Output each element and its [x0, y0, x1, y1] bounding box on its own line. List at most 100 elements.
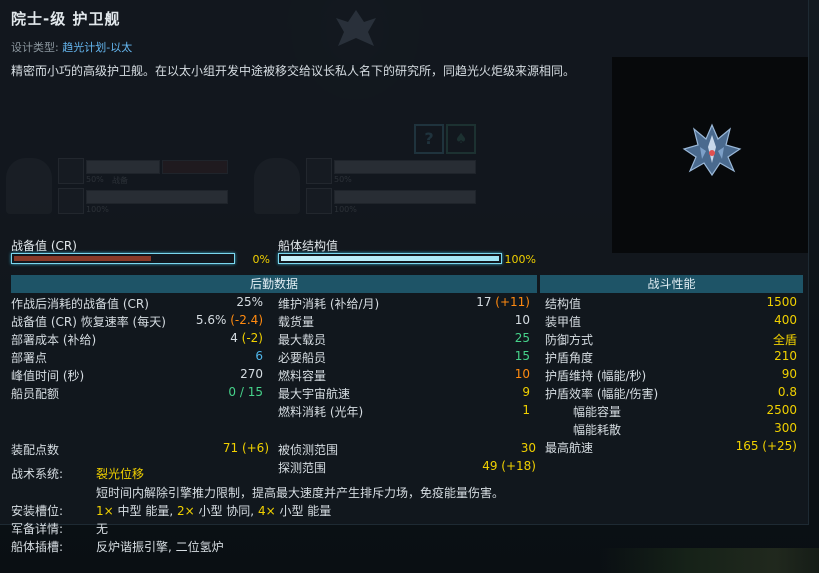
col2-label-4: 必要船员	[278, 351, 327, 365]
mounts-label: 安装槽位:	[11, 504, 64, 518]
col1-label-6: 船员配额	[11, 387, 60, 401]
col1-value-extra-3: (-2)	[237, 331, 263, 345]
ship-sprite-icon	[682, 123, 742, 177]
hull-value: 100%	[504, 253, 536, 266]
col3-value-9: 165 (+25)	[736, 439, 797, 453]
col3-value-main-5: 90	[781, 367, 797, 381]
ghost-bar-5	[334, 190, 476, 204]
col3-label-9: 最高航速	[545, 441, 594, 455]
col3-label-6: 护盾效率 (幅能/伤害)	[545, 387, 659, 401]
col1-label-2: 战备值 (CR) 恢复速率 (每天)	[11, 315, 166, 329]
col1-row-6: 船员配额 0 / 15	[11, 385, 263, 402]
col3-label-1: 结构值	[545, 297, 582, 311]
col2-value-7: 1	[522, 403, 530, 417]
col1-value-main-4: 6	[255, 349, 263, 363]
col1-value-4: 6	[255, 349, 263, 363]
col3-label-5: 护盾维持 (幅能/秒)	[545, 369, 647, 383]
col3-label-7: 幅能容量	[573, 405, 622, 419]
mount-text-2: 小型 协同,	[194, 504, 258, 518]
mount-count-3: 4×	[257, 504, 276, 518]
col1-value-1: 25%	[236, 295, 263, 309]
col1-row-4: 部署点 6	[11, 349, 263, 366]
combat-header: 战斗性能	[540, 275, 803, 293]
ghost-star-icon-2	[306, 158, 332, 184]
ghost-bar-1	[86, 160, 160, 174]
col1-value-main-2: 5.6%	[195, 313, 227, 327]
col3-value-4: 210	[774, 349, 797, 363]
hull-bar-fill	[281, 256, 499, 261]
background-emblem	[330, 6, 382, 50]
col3-row-1: 结构值 1500	[545, 295, 797, 312]
op-value: 71 (+6)	[222, 441, 269, 455]
col1-label-5: 峰值时间 (秒)	[11, 369, 85, 383]
col2-value-6: 9	[522, 385, 530, 399]
col1-row-5: 峰值时间 (秒) 270	[11, 367, 263, 384]
col1-row-2: 战备值 (CR) 恢复速率 (每天) 5.6% (-2.4)	[11, 313, 263, 330]
sensor-row: 探测范围 49 (+18)	[278, 459, 536, 476]
col2-row-3: 最大载员 25	[278, 331, 530, 348]
ghost-tag-1: 战备	[112, 176, 128, 185]
col3-value-main-7: 2500	[766, 403, 797, 417]
col3-value-8: 300	[774, 421, 797, 435]
background-crew-cards: 50% 战备 100% 50% 100% ? ♠	[0, 110, 520, 220]
col2-row-5: 燃料容量 10	[278, 367, 530, 384]
col2-value-3: 25	[515, 331, 530, 345]
col3-label-8: 幅能耗散	[573, 423, 622, 437]
col1-value-extra-2: (-2.4)	[226, 313, 263, 327]
mount-count-2: 2×	[176, 504, 195, 518]
logistics-header: 后勤数据	[11, 275, 537, 293]
col2-label-3: 最大载员	[278, 333, 327, 347]
ghost-pct-1: 50%	[86, 175, 104, 184]
col1-label-1: 作战后消耗的战备值 (CR)	[11, 297, 149, 311]
col1-value-6: 0 / 15	[228, 385, 263, 399]
col3-value-6: 0.8	[778, 385, 797, 399]
cr-label: 战备值 (CR)	[11, 239, 77, 253]
detect-label: 被侦测范围	[278, 443, 339, 457]
col2-value-extra-1: (+11)	[491, 295, 530, 309]
mount-text-3: 小型 能量	[275, 504, 332, 518]
col2-row-2: 载货量 10	[278, 313, 530, 330]
col3-value-main-4: 210	[774, 349, 797, 363]
col2-row-4: 必要船员 15	[278, 349, 530, 366]
col3-row-3: 防御方式 全盾	[545, 331, 797, 348]
hull-label: 船体结构值	[278, 239, 339, 253]
col3-value-main-6: 0.8	[777, 385, 797, 399]
detect-row: 被侦测范围 30	[278, 441, 536, 458]
system-label: 战术系统:	[11, 467, 64, 481]
col1-value-5: 270	[240, 367, 263, 381]
ghost-pct-2: 100%	[86, 205, 109, 214]
ship-description: 精密而小巧的高级护卫舰。在以太小组开发中途被移交给议长私人名下的研究所，同趋光火…	[11, 64, 576, 78]
col3-value-1: 1500	[766, 295, 797, 309]
col3-value-2: 400	[774, 313, 797, 327]
col3-row-5: 护盾维持 (幅能/秒) 90	[545, 367, 797, 384]
ghost-bar-4	[334, 160, 476, 174]
ship-preview	[612, 57, 808, 253]
cr-bar	[11, 253, 235, 264]
col1-label-4: 部署点	[11, 351, 48, 365]
col3-value-main-9: 165	[735, 439, 759, 453]
ship-title: 院士-级 护卫舰	[11, 10, 121, 28]
col2-value-main-5: 10	[514, 367, 530, 381]
col3-value-main-1: 1500	[766, 295, 797, 309]
hullmods-value: 反炉谐振引擎, 二位氢炉	[96, 540, 224, 554]
col3-row-7: 幅能容量 2500	[573, 403, 797, 420]
mount-text-1: 中型 能量,	[113, 504, 177, 518]
col3-row-4: 护盾角度 210	[545, 349, 797, 366]
cr-bar-fill	[14, 256, 152, 261]
sensor-value: 49 (+18)	[482, 459, 536, 473]
col3-row-2: 装甲值 400	[545, 313, 797, 330]
col2-value-1: 17 (+11)	[476, 295, 530, 309]
col1-label-3: 部署成本 (补给)	[11, 333, 97, 347]
design-type-label: 设计类型:	[11, 41, 59, 54]
col3-row-6: 护盾效率 (幅能/伤害) 0.8	[545, 385, 797, 402]
sensor-label: 探测范围	[278, 461, 327, 475]
col2-value-main-7: 1	[522, 403, 530, 417]
col1-value-3: 4 (-2)	[230, 331, 263, 345]
armaments-label: 军备详情:	[11, 522, 64, 536]
col3-label-2: 装甲值	[545, 315, 582, 329]
col2-value-4: 15	[515, 349, 530, 363]
ghost-bar-2	[162, 160, 228, 174]
ghost-pct-3: 50%	[334, 175, 352, 184]
col2-value-main-3: 25	[514, 331, 530, 345]
col3-row-9: 最高航速 165 (+25)	[545, 439, 797, 456]
